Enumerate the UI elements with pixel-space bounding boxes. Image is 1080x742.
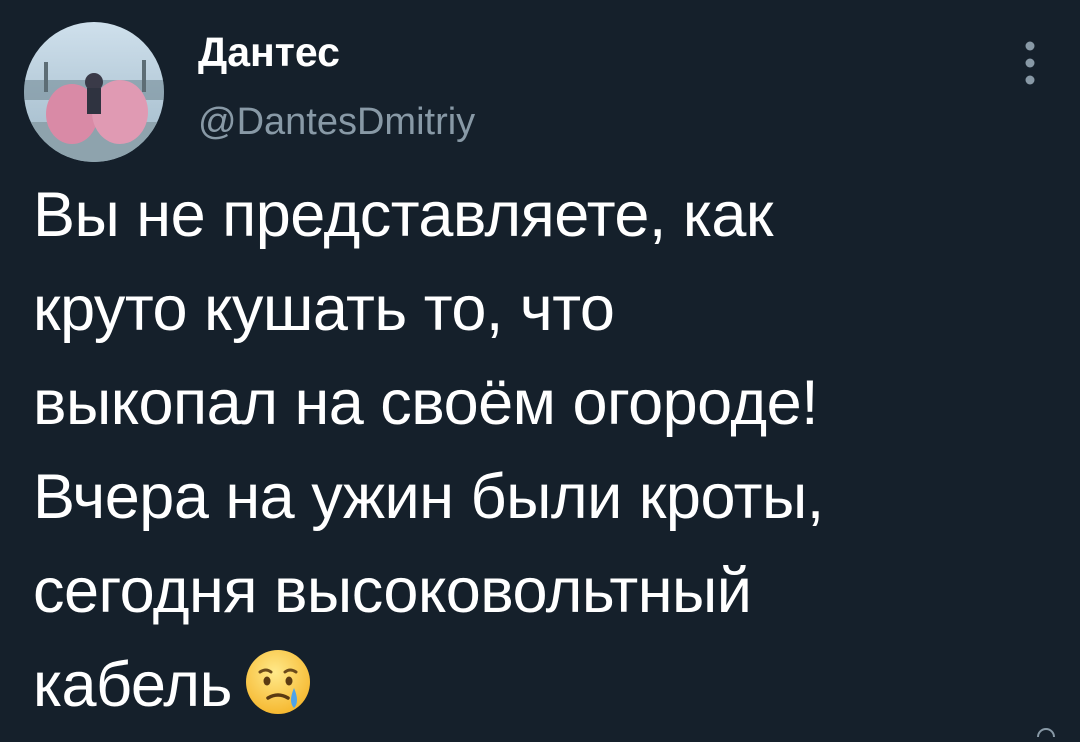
avatar-photo [24, 22, 164, 162]
more-vertical-icon [1025, 41, 1035, 85]
tweet-text-line: кабель [33, 650, 232, 720]
more-options-button[interactable] [1010, 36, 1050, 90]
tweet-text-line: Вчера на ужин были кроты, [33, 462, 824, 532]
tweet-card: Дантес @DantesDmitriy Вы не представляет… [0, 0, 1080, 739]
avatar[interactable] [24, 22, 164, 162]
author-name[interactable]: Дантес [198, 28, 340, 76]
tweet-text-line: круто кушать то, что [33, 274, 615, 344]
tweet-text-line: выкопал на своём огороде! [33, 368, 819, 438]
tweet-text: Вы не представляете, как круто кушать то… [33, 168, 1063, 732]
corner-indicator [1036, 724, 1056, 738]
tweet-text-line: сегодня высоковольтный [33, 556, 752, 626]
sad-tear-face-icon [244, 648, 312, 716]
tweet-text-line: Вы не представляете, как [33, 180, 773, 250]
author-handle[interactable]: @DantesDmitriy [198, 100, 475, 144]
